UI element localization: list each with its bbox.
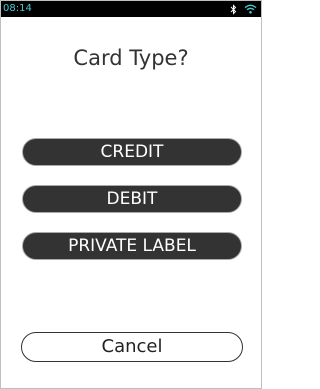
bluetooth-icon	[230, 3, 237, 15]
private-label-button[interactable]: PRIVATE LABEL	[22, 232, 242, 260]
wifi-icon	[244, 4, 257, 14]
page-title: Card Type?	[73, 46, 189, 70]
status-bar: 08:14	[1, 1, 261, 17]
credit-button[interactable]: CREDIT	[22, 138, 242, 166]
card-type-screen: 08:14 Card Type? CREDIT DEBIT PRIVATE LA…	[0, 0, 262, 389]
debit-button[interactable]: DEBIT	[22, 185, 242, 213]
status-icons	[230, 2, 257, 16]
status-time: 08:14	[3, 3, 32, 14]
cancel-button[interactable]: Cancel	[21, 332, 243, 362]
